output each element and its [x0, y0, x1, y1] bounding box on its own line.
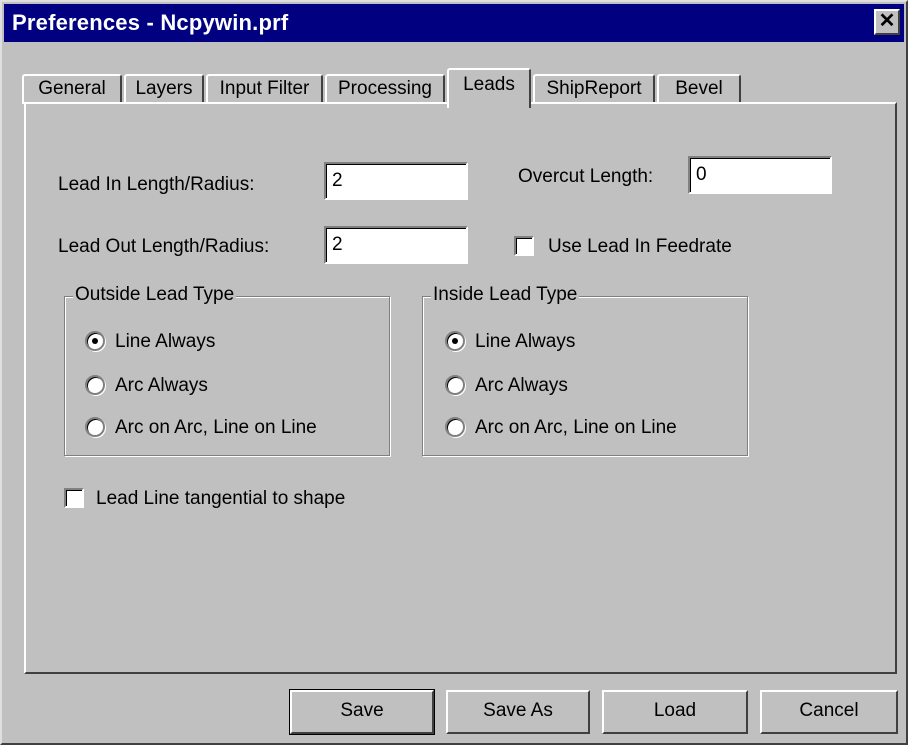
outside-line-always-label: Line Always	[115, 331, 216, 352]
outside-arc-on-arc-radio[interactable]	[85, 417, 105, 437]
inside-arc-always-label: Arc Always	[475, 375, 568, 396]
use-lead-in-feedrate-checkbox[interactable]	[514, 236, 534, 256]
tab-layers[interactable]: Layers	[124, 74, 204, 104]
outside-lead-type-title: Outside Lead Type	[73, 284, 237, 306]
outside-arc-on-arc-label: Arc on Arc, Line on Line	[115, 417, 317, 438]
outside-line-always-radio[interactable]	[85, 331, 105, 351]
tab-shipreport[interactable]: ShipReport	[533, 74, 655, 104]
save-as-button[interactable]: Save As	[446, 690, 590, 734]
outside-lead-type-group: Outside Lead Type Line Always Arc Always…	[64, 284, 390, 456]
use-lead-in-feedrate-label: Use Lead In Feedrate	[548, 236, 732, 257]
outside-arc-always-radio[interactable]	[85, 375, 105, 395]
lead-in-input[interactable]: 2	[324, 162, 468, 200]
inside-arc-always-radio[interactable]	[445, 375, 465, 395]
tab-general[interactable]: General	[22, 74, 122, 104]
lead-in-label: Lead In Length/Radius:	[58, 174, 255, 195]
save-button[interactable]: Save	[289, 689, 435, 735]
leads-panel: Lead In Length/Radius: 2 Overcut Length:…	[24, 102, 897, 674]
cancel-button[interactable]: Cancel	[760, 690, 898, 734]
inside-lead-type-title: Inside Lead Type	[431, 284, 580, 306]
tab-bevel[interactable]: Bevel	[657, 74, 741, 104]
inside-arc-on-arc-radio[interactable]	[445, 417, 465, 437]
load-button[interactable]: Load	[602, 690, 748, 734]
tab-leads[interactable]: Leads	[447, 68, 531, 108]
inside-line-always-radio[interactable]	[445, 331, 465, 351]
inside-arc-on-arc-label: Arc on Arc, Line on Line	[475, 417, 677, 438]
tangential-label: Lead Line tangential to shape	[96, 488, 346, 509]
lead-out-input[interactable]: 2	[324, 226, 468, 264]
preferences-window: Preferences - Ncpywin.prf ✕ General Laye…	[0, 0, 908, 745]
tab-strip: General Layers Input Filter Processing L…	[2, 2, 908, 112]
overcut-label: Overcut Length:	[518, 166, 654, 187]
lead-out-label: Lead Out Length/Radius:	[58, 236, 270, 257]
inside-lead-type-group: Inside Lead Type Line Always Arc Always …	[422, 284, 748, 456]
outside-arc-always-label: Arc Always	[115, 375, 208, 396]
overcut-input[interactable]: 0	[688, 156, 832, 194]
tangential-checkbox[interactable]	[64, 488, 84, 508]
inside-line-always-label: Line Always	[475, 331, 576, 352]
tab-processing[interactable]: Processing	[325, 74, 445, 104]
tab-input-filter[interactable]: Input Filter	[206, 74, 323, 104]
